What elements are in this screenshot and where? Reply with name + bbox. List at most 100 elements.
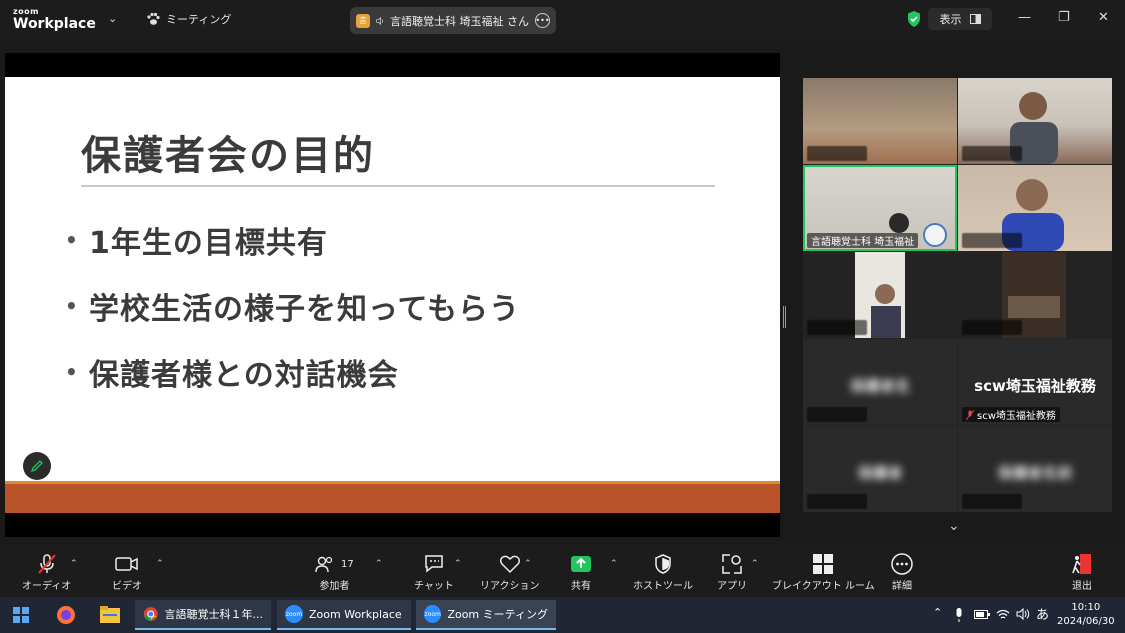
shield-check-icon[interactable] bbox=[906, 10, 922, 28]
close-icon[interactable]: ✕ bbox=[1098, 10, 1109, 25]
video-tile[interactable] bbox=[958, 165, 1112, 251]
audio-options-caret-icon[interactable]: ⌃ bbox=[70, 559, 78, 569]
chevron-down-icon[interactable]: ⌄ bbox=[108, 12, 117, 25]
participant-name: scw埼玉福祉教務 bbox=[962, 407, 1060, 422]
gallery-scroll-down-icon[interactable]: ⌄ bbox=[948, 518, 960, 534]
resize-handle[interactable] bbox=[783, 306, 786, 328]
logo-big-text: Workplace bbox=[13, 16, 96, 32]
bullet-item: • 保護者様との対話機会 bbox=[65, 339, 520, 405]
participant-bigname-blurred: 保護者名前 bbox=[997, 464, 1073, 482]
host-shield-icon bbox=[655, 554, 671, 574]
paw-icon bbox=[147, 12, 160, 25]
bullet-dot-icon: • bbox=[65, 294, 79, 318]
video-tile[interactable]: scw埼玉福祉教務 scw埼玉福祉教務 bbox=[958, 339, 1112, 425]
participant-name-blurred bbox=[807, 407, 867, 422]
share-screen-icon bbox=[571, 556, 591, 572]
chat-button[interactable]: チャット bbox=[414, 551, 454, 592]
breakout-rooms-button[interactable]: ブレイクアウト ルーム bbox=[772, 551, 875, 592]
video-tile[interactable]: 保護者名 bbox=[803, 339, 957, 425]
microphone-tray-icon[interactable] bbox=[955, 608, 963, 622]
taskbar-zoom-workplace[interactable]: zoom Zoom Workplace bbox=[277, 600, 411, 630]
participant-name-blurred bbox=[962, 320, 1022, 335]
leave-button[interactable]: 退出 bbox=[1071, 551, 1093, 592]
leave-label: 退出 bbox=[1072, 581, 1092, 592]
more-icon[interactable]: ••• bbox=[535, 13, 550, 28]
bullet-text: 1年生の目標共有 bbox=[89, 226, 328, 261]
chrome-icon bbox=[143, 607, 158, 621]
restore-icon[interactable]: ❐ bbox=[1058, 10, 1070, 25]
reaction-button[interactable]: リアクション bbox=[480, 551, 540, 592]
video-tile[interactable] bbox=[803, 252, 957, 338]
logo-small-text: zoom bbox=[13, 7, 39, 16]
ime-indicator[interactable]: あ bbox=[1036, 604, 1049, 623]
windows-taskbar: 言語聴覚士科１年... zoom Zoom Workplace zoom Zoo… bbox=[0, 597, 1125, 633]
zoom-meeting-window: zoom Workplace ⌄ ミーティング 言 言語聴覚士科 埼玉福祉 さん… bbox=[0, 0, 1125, 633]
volume-icon[interactable] bbox=[1016, 608, 1030, 620]
clock-date: 2024/06/30 bbox=[1057, 616, 1115, 627]
video-tile-active-speaker[interactable]: 言語聴覚士科 埼玉福祉 bbox=[803, 165, 957, 251]
taskbar-chrome-label: 言語聴覚士科１年... bbox=[164, 608, 264, 621]
bullet-item: • 学校生活の様子を知ってもらう bbox=[65, 273, 520, 339]
host-tools-button[interactable]: ホストツール bbox=[633, 551, 693, 592]
meeting-menu-label: ミーティング bbox=[166, 13, 232, 26]
shared-screen: 保護者会の目的 • 1年生の目標共有 • 学校生活の様子を知ってもらう • 保護者様と… bbox=[5, 53, 780, 537]
more-button[interactable]: 詳細 bbox=[891, 551, 913, 592]
presentation-slide: 保護者会の目的 • 1年生の目標共有 • 学校生活の様子を知ってもらう • 保護者様と… bbox=[5, 77, 780, 513]
title-bar: zoom Workplace ⌄ ミーティング 言 言語聴覚士科 埼玉福祉 さん… bbox=[0, 0, 1125, 40]
participant-bigname-blurred: 保護者 bbox=[857, 464, 903, 482]
wifi-icon[interactable] bbox=[996, 608, 1010, 620]
apps-caret-icon[interactable]: ⌃ bbox=[751, 559, 759, 569]
bullet-text: 学校生活の様子を知ってもらう bbox=[89, 292, 520, 327]
mic-muted-icon bbox=[37, 554, 56, 574]
meeting-menu[interactable]: ミーティング bbox=[146, 11, 231, 27]
video-tile[interactable] bbox=[958, 78, 1112, 164]
share-button[interactable]: 共有 bbox=[570, 551, 592, 592]
firefox-icon[interactable] bbox=[56, 605, 76, 625]
video-options-caret-icon[interactable]: ⌃ bbox=[156, 559, 164, 569]
view-button[interactable]: 表示 bbox=[928, 8, 992, 30]
video-camera-icon bbox=[115, 557, 138, 571]
video-tile[interactable] bbox=[958, 252, 1112, 338]
zoom-logo[interactable]: zoom Workplace bbox=[13, 7, 96, 32]
taskbar-chrome[interactable]: 言語聴覚士科１年... bbox=[135, 600, 271, 630]
tray-overflow-icon[interactable]: ⌃ bbox=[933, 606, 942, 619]
annotate-pen-icon[interactable] bbox=[23, 452, 51, 480]
participant-name-blurred bbox=[807, 320, 867, 335]
taskbar-zoom-meeting[interactable]: zoom Zoom ミーティング bbox=[416, 600, 556, 630]
audio-label: オーディオ bbox=[22, 581, 72, 592]
active-speaker-pill[interactable]: 言 言語聴覚士科 埼玉福祉 さん ••• bbox=[350, 7, 556, 34]
zoom-meeting-icon: zoom bbox=[424, 605, 442, 623]
breakout-rooms-label: ブレイクアウト ルーム bbox=[772, 581, 875, 592]
video-tile[interactable] bbox=[803, 78, 957, 164]
speaker-name: 言語聴覚士科 埼玉福祉 さん bbox=[390, 14, 529, 28]
clock-time: 10:10 bbox=[1071, 602, 1101, 613]
apps-button[interactable]: アプリ bbox=[717, 551, 747, 592]
meeting-toolbar: オーディオ ⌃ ビデオ ⌃ 17 参加者 ⌃ チャット ⌃ リアクション ⌃ 共… bbox=[0, 545, 1125, 597]
share-label: 共有 bbox=[571, 581, 591, 592]
video-button[interactable]: ビデオ bbox=[112, 551, 142, 592]
participant-gallery: 言語聴覚士科 埼玉福祉 保護者名 scw埼玉福祉教務 scw埼玉福祉教務 保護者 bbox=[803, 78, 1112, 512]
leave-door-icon bbox=[1072, 554, 1091, 574]
participants-caret-icon[interactable]: ⌃ bbox=[375, 559, 383, 569]
participant-name-blurred bbox=[807, 494, 867, 509]
bullet-item: • 1年生の目標共有 bbox=[65, 207, 520, 273]
reaction-label: リアクション bbox=[480, 581, 540, 592]
video-tile[interactable]: 保護者名前 bbox=[958, 426, 1112, 512]
chat-icon bbox=[425, 555, 443, 573]
battery-icon[interactable] bbox=[974, 610, 990, 619]
reaction-caret-icon[interactable]: ⌃ bbox=[524, 559, 532, 569]
taskbar-clock[interactable]: 10:10 2024/06/30 bbox=[1057, 601, 1115, 629]
file-explorer-icon[interactable] bbox=[100, 606, 120, 623]
more-dots-icon bbox=[891, 553, 913, 575]
taskbar-zoom-workplace-label: Zoom Workplace bbox=[309, 607, 402, 621]
share-caret-icon[interactable]: ⌃ bbox=[610, 559, 618, 569]
slide-divider bbox=[81, 185, 715, 187]
taskbar-zoom-meeting-label: Zoom ミーティング bbox=[447, 608, 548, 621]
audio-button[interactable]: オーディオ bbox=[22, 551, 71, 592]
participants-button[interactable]: 17 参加者 bbox=[315, 551, 354, 592]
video-tile[interactable]: 保護者 bbox=[803, 426, 957, 512]
windows-start-icon[interactable] bbox=[13, 607, 29, 623]
chat-caret-icon[interactable]: ⌃ bbox=[454, 559, 462, 569]
slide-title: 保護者会の目的 bbox=[81, 133, 375, 179]
minimize-icon[interactable]: — bbox=[1018, 10, 1031, 25]
